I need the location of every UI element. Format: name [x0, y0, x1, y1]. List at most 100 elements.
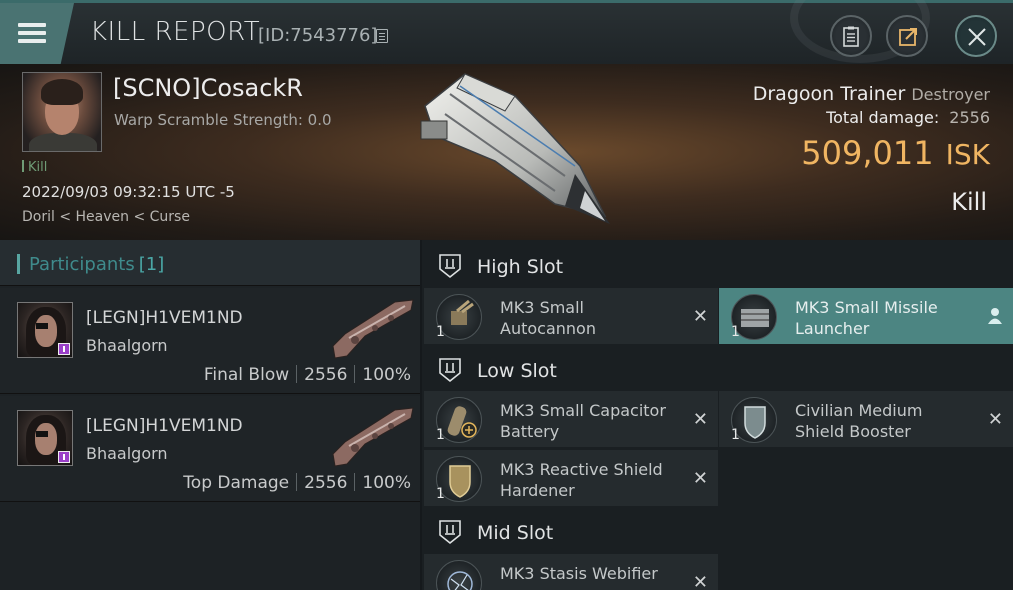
item-name-line1: MK3 Reactive Shield [500, 460, 663, 479]
isk-unit: ISK [945, 138, 990, 171]
low-slot-header: Low Slot [422, 346, 1013, 392]
participant-ship: Bhaalgorn [86, 336, 168, 355]
item-name-line1: MK3 Stasis Webifier [500, 564, 658, 583]
report-id: [ID:7543776] [258, 25, 378, 46]
participant-row[interactable]: [LEGN]H1VEM1ND Bhaalgorn Top Damage 2556 1… [0, 396, 420, 502]
share-button[interactable] [886, 15, 928, 57]
slot-icon [439, 358, 461, 383]
remove-x-icon: ✕ [692, 409, 708, 430]
participants-title: Participants [1] [29, 254, 164, 275]
item-name-line1: MK3 Small [500, 298, 584, 317]
item-quantity: 1 [731, 427, 740, 443]
module-item[interactable]: 1 MK3 Small Capacitor Battery ✕ [424, 391, 718, 447]
slot-icon [439, 254, 461, 279]
participant-percent: 100% [362, 365, 411, 385]
person-icon [988, 308, 1002, 324]
module-item[interactable]: 1 Civilian Medium Shield Booster ✕ [719, 391, 1013, 447]
participant-avatar[interactable] [17, 410, 73, 466]
module-item[interactable]: 1 MK3 Small Autocannon ✕ [424, 288, 718, 344]
participant-ship: Bhaalgorn [86, 444, 168, 463]
module-item[interactable]: 1 MK3 Reactive Shield Hardener ✕ [424, 450, 718, 506]
ship-name: Dragoon Trainer [752, 83, 906, 105]
report-button[interactable] [830, 15, 872, 57]
fitting-panel: High Slot 1 MK3 Small Autocannon ✕ 1 MK3 … [422, 240, 1013, 590]
participant-damage: 2556 [304, 473, 348, 493]
item-quantity: 1 [731, 324, 740, 340]
participant-stats: Final Blow 2556 100% [204, 365, 411, 385]
weapon-icon [332, 407, 414, 467]
victim-banner: [SCNO]CosackR Warp Scramble Strength: 0.… [0, 64, 1013, 240]
item-quantity: 1 [436, 486, 445, 502]
remove-x-icon: ✕ [692, 468, 708, 489]
isk-value: 509,011 ISK [801, 134, 990, 172]
victim-ship[interactable]: Dragoon Trainer Destroyer [753, 83, 990, 105]
warp-scramble-strength: Warp Scramble Strength: 0.0 [114, 111, 332, 129]
item-name: MK3 Small Missile Launcher [795, 297, 985, 339]
slot-icon [439, 520, 461, 545]
ship-image[interactable] [405, 66, 615, 231]
item-name-line2: Hardener [500, 481, 575, 500]
total-damage-label: Total damage: [826, 108, 940, 127]
isk-amount: 509,011 [801, 134, 934, 172]
remove-x-icon: ✕ [692, 306, 708, 327]
total-damage: Total damage: 2556 [826, 108, 990, 127]
participant-avatar[interactable] [17, 302, 73, 358]
item-name-line2: Launcher [795, 319, 870, 338]
remove-x-icon: ✕ [987, 409, 1003, 430]
item-quantity: 1 [436, 427, 445, 443]
participants-count: [1] [138, 254, 165, 275]
participant-name: [LEGN]H1VEM1ND [86, 416, 243, 436]
item-quantity: 1 [436, 324, 445, 340]
participants-title-text: Participants [29, 254, 135, 275]
item-name-line2: Shield Booster [795, 422, 911, 441]
kill-datetime: 2022/09/03 09:32:15 UTC -5 [22, 183, 235, 201]
close-icon [968, 28, 986, 46]
share-icon [899, 28, 917, 46]
participants-panel: Participants [1] [LEGN]H1VEM1ND Bhaalgorn… [0, 240, 420, 590]
item-name-line2: Battery [500, 422, 560, 441]
high-slot-header: High Slot [422, 242, 1013, 288]
victim-portrait[interactable] [22, 72, 102, 152]
kill-outcome: Kill [951, 188, 987, 216]
participant-role: Final Blow [203, 365, 290, 385]
participant-row[interactable]: [LEGN]H1VEM1ND Bhaalgorn Final Blow 2556 1… [0, 288, 420, 394]
participant-stats: Top Damage 2556 100% [183, 473, 411, 493]
module-item[interactable]: 1 MK3 Small Missile Launcher [719, 288, 1013, 344]
item-name: Civilian Medium Shield Booster [795, 400, 985, 442]
item-name-line1: MK3 Small Missile [795, 298, 938, 317]
participant-name: [LEGN]H1VEM1ND [86, 308, 243, 328]
item-name-line1: MK3 Small Capacitor [500, 401, 666, 420]
item-name-line2: Autocannon [500, 319, 596, 338]
module-item[interactable]: 1 MK3 Stasis Webifier ✕ [424, 554, 718, 590]
weapon-icon [332, 299, 414, 359]
item-name: MK3 Stasis Webifier [500, 563, 690, 584]
copy-icon[interactable] [376, 29, 388, 43]
corp-badge-icon [58, 343, 70, 355]
item-name: MK3 Reactive Shield Hardener [500, 459, 690, 501]
menu-button[interactable] [0, 3, 74, 64]
corp-badge-icon [58, 451, 70, 463]
slot-label: Low Slot [477, 360, 557, 382]
item-name-line1: Civilian Medium [795, 401, 923, 420]
clipboard-icon [843, 26, 859, 47]
page-title: KILL REPORT [90, 17, 261, 47]
item-name: MK3 Small Autocannon [500, 297, 690, 339]
participants-header: Participants [1] [0, 240, 420, 286]
hamburger-menu-icon [18, 23, 46, 43]
participant-percent: 100% [362, 473, 411, 493]
mid-slot-header: Mid Slot [422, 508, 1013, 554]
stasis-webifier-icon [436, 560, 482, 590]
participant-damage: 2556 [304, 365, 348, 385]
ship-class: Destroyer [911, 85, 990, 104]
kill-location[interactable]: Doril < Heaven < Curse [22, 209, 190, 225]
remove-x-icon: ✕ [692, 572, 708, 590]
total-damage-value: 2556 [949, 108, 990, 127]
window-header: KILL REPORT [ID:7543776] [0, 0, 1013, 64]
slot-label: High Slot [477, 256, 564, 278]
item-name: MK3 Small Capacitor Battery [500, 400, 690, 442]
victim-name[interactable]: [SCNO]CosackR [113, 74, 303, 102]
participant-role: Top Damage [183, 473, 290, 493]
slot-label: Mid Slot [477, 522, 554, 544]
close-button[interactable] [955, 15, 997, 57]
kill-tag: Kill [22, 160, 47, 175]
